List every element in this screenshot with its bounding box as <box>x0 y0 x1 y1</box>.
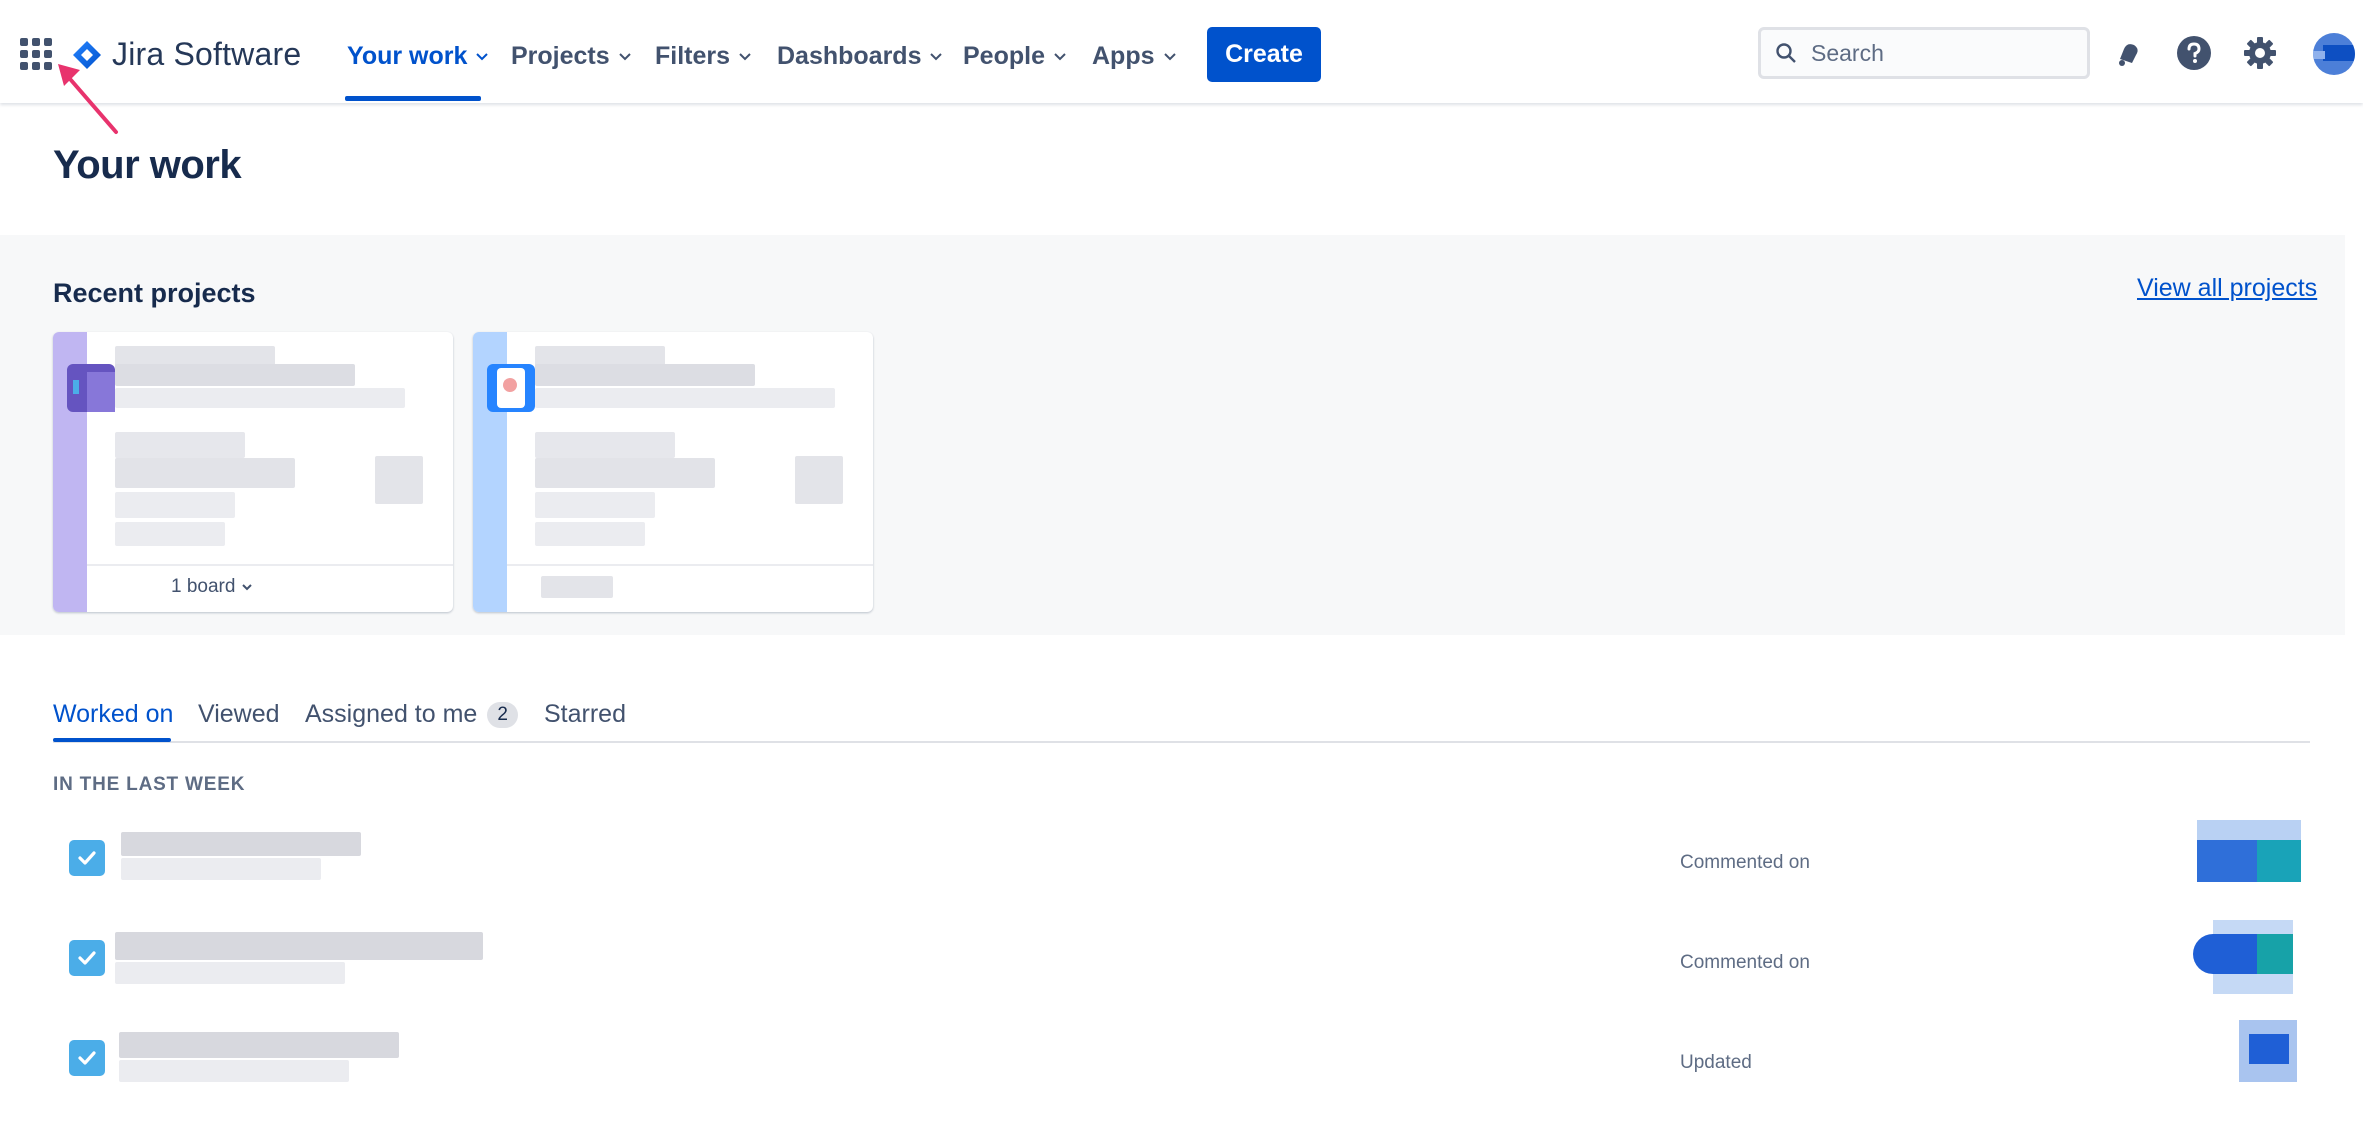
user-avatar <box>2193 920 2293 994</box>
user-avatar <box>2239 1020 2297 1082</box>
tab-assigned-to-me[interactable]: Assigned to me 2 <box>305 700 518 729</box>
boards-dropdown[interactable]: 1 board <box>171 576 253 598</box>
quick-link-redacted[interactable] <box>115 458 295 488</box>
app-switcher-icon[interactable] <box>20 38 52 70</box>
search-input[interactable] <box>1809 38 2063 68</box>
issue-title-redacted[interactable] <box>121 832 361 856</box>
notifications-icon[interactable] <box>2108 33 2148 73</box>
nav-apps-label: Apps <box>1092 41 1155 70</box>
search-box[interactable] <box>1758 27 2090 79</box>
view-all-projects-link[interactable]: View all projects <box>2137 274 2317 303</box>
profile-avatar[interactable] <box>2313 33 2355 75</box>
question-icon <box>2177 36 2211 70</box>
quick-link-redacted[interactable] <box>535 432 675 458</box>
open-count-redacted <box>375 456 423 504</box>
nav-your-work[interactable]: Your work <box>347 36 489 76</box>
chevron-down-icon <box>930 53 943 61</box>
issue-title-redacted[interactable] <box>115 932 483 960</box>
avatar-pixel <box>503 378 517 392</box>
project-avatar <box>67 364 115 412</box>
activity-row[interactable]: Commented on <box>53 820 2310 910</box>
issue-project-redacted <box>121 858 321 880</box>
avatar-pixel <box>2313 51 2325 59</box>
tab-worked-on-label: Worked on <box>53 700 174 728</box>
project-card[interactable]: 1 board <box>53 332 453 612</box>
nav-people-label: People <box>963 41 1045 70</box>
active-nav-indicator <box>345 96 481 101</box>
quick-link-redacted[interactable] <box>115 432 245 458</box>
help-icon[interactable] <box>2174 33 2214 73</box>
tab-assigned-label: Assigned to me <box>305 700 478 728</box>
avatar-pixel <box>2249 1034 2289 1064</box>
card-divider <box>507 564 873 566</box>
top-navigation: Jira Software Your work Projects Filters… <box>0 0 2363 103</box>
project-name-redacted <box>115 364 355 386</box>
activity-action: Commented on <box>1680 952 1810 973</box>
chevron-down-icon <box>1054 53 1066 61</box>
issue-title-redacted[interactable] <box>119 1032 399 1058</box>
active-tab-indicator <box>53 738 171 742</box>
issue-project-redacted <box>115 962 345 984</box>
card-divider <box>87 564 453 566</box>
task-type-icon <box>69 1040 105 1076</box>
nav-filters-label: Filters <box>655 41 731 70</box>
quick-link-redacted[interactable] <box>535 492 655 518</box>
project-type-redacted <box>115 388 405 408</box>
recent-projects-title: Recent projects <box>53 278 256 308</box>
nav-your-work-label: Your work <box>347 41 468 70</box>
bell-icon <box>2119 44 2138 66</box>
avatar-pixel <box>73 380 79 394</box>
nav-projects[interactable]: Projects <box>511 36 632 76</box>
activity-action: Commented on <box>1680 852 1810 873</box>
create-button[interactable]: Create <box>1207 27 1321 82</box>
activity-row[interactable]: Commented on <box>53 920 2310 1010</box>
tab-viewed-label: Viewed <box>198 700 280 728</box>
task-type-icon <box>69 940 105 976</box>
tab-starred[interactable]: Starred <box>544 700 626 729</box>
nav-apps[interactable]: Apps <box>1092 36 1177 76</box>
board-count-label: 1 board <box>171 576 236 597</box>
project-name-redacted <box>535 364 755 386</box>
quick-link-redacted[interactable] <box>535 458 715 488</box>
nav-projects-label: Projects <box>511 41 610 70</box>
activity-row[interactable]: Updated <box>53 1020 2310 1110</box>
project-type-redacted <box>535 388 835 408</box>
chevron-down-icon <box>1163 53 1176 61</box>
tabs-divider <box>53 741 2310 743</box>
avatar-pixel <box>2323 45 2355 61</box>
quick-link-redacted[interactable] <box>115 522 225 546</box>
product-name: Jira Software <box>112 36 302 72</box>
chevron-down-icon <box>476 53 489 61</box>
user-avatar <box>2197 820 2301 882</box>
nav-people[interactable]: People <box>963 36 1067 76</box>
project-card[interactable] <box>473 332 873 612</box>
open-count-redacted <box>795 456 843 504</box>
annotation-arrow-icon <box>58 64 118 134</box>
chevron-down-icon <box>618 53 631 61</box>
chevron-down-icon <box>739 53 751 61</box>
page-title: Your work <box>53 143 242 187</box>
chevron-down-icon <box>242 584 253 591</box>
tab-worked-on[interactable]: Worked on <box>53 700 173 729</box>
tab-viewed[interactable]: Viewed <box>198 700 280 729</box>
settings-icon[interactable] <box>2240 33 2280 73</box>
section-label: IN THE LAST WEEK <box>53 774 246 795</box>
avatar-pixel <box>2257 840 2301 882</box>
nav-filters[interactable]: Filters <box>655 36 752 76</box>
search-icon <box>1776 43 1796 63</box>
nav-dashboards-label: Dashboards <box>777 41 922 70</box>
board-count-redacted[interactable] <box>541 576 613 598</box>
avatar-pixel <box>2257 934 2293 974</box>
avatar-pixel <box>87 372 115 412</box>
tab-starred-label: Starred <box>544 700 626 728</box>
quick-link-redacted[interactable] <box>535 522 645 546</box>
project-avatar <box>487 364 535 412</box>
gear-icon <box>2244 37 2276 69</box>
issue-project-redacted <box>119 1060 349 1082</box>
activity-action: Updated <box>1680 1052 1752 1073</box>
task-type-icon <box>69 840 105 876</box>
nav-dashboards[interactable]: Dashboards <box>777 36 943 76</box>
quick-link-redacted[interactable] <box>115 492 235 518</box>
assigned-count-badge: 2 <box>487 701 518 728</box>
